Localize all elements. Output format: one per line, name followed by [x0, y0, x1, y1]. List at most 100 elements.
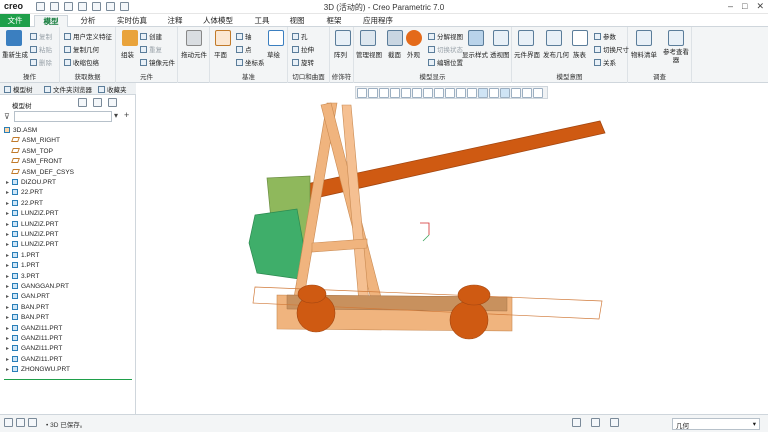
- paste-button[interactable]: 粘贴: [30, 44, 52, 54]
- regenerate-button[interactable]: 重新生成: [2, 49, 28, 59]
- display-style-button[interactable]: 显示样式: [462, 49, 488, 59]
- tree-item[interactable]: ▸ GANZI11.PRT: [6, 355, 62, 366]
- drag-hand-icon[interactable]: [186, 30, 202, 46]
- toggle-navigator-icon[interactable]: [4, 418, 13, 427]
- annotation-display-icon[interactable]: [467, 88, 477, 98]
- create-button[interactable]: 创建: [140, 31, 162, 41]
- component-interface-icon[interactable]: [518, 30, 534, 46]
- binoculars-icon[interactable]: [591, 418, 600, 427]
- shrinkwrap-button[interactable]: 收缩包络: [64, 57, 99, 67]
- family-table-button[interactable]: 族表: [573, 49, 586, 59]
- tree-filter-icon[interactable]: [108, 98, 117, 107]
- selection-buffer-icon[interactable]: [610, 418, 619, 427]
- tree-item[interactable]: ▸ ZHONGWU.PRT: [6, 366, 70, 376]
- filter-icon[interactable]: ⊽: [4, 112, 10, 121]
- perspective-view-icon[interactable]: [434, 88, 444, 98]
- tree-item[interactable]: ▸ LUNZIZ.PRT: [6, 210, 58, 220]
- tree-item[interactable]: ▸ 3.PRT: [6, 272, 39, 283]
- publish-geometry-button[interactable]: 发布几何: [543, 49, 569, 59]
- extrude-button[interactable]: 拉伸: [292, 44, 314, 54]
- tab-view[interactable]: 视图: [285, 15, 309, 27]
- tab-analysis[interactable]: 分析: [74, 15, 102, 27]
- view-manager-icon[interactable]: [423, 88, 433, 98]
- toggle-browser-icon[interactable]: [16, 418, 25, 427]
- refit-icon[interactable]: [357, 88, 367, 98]
- minimize-icon[interactable]: –: [728, 1, 733, 12]
- section-button[interactable]: 截面: [388, 49, 401, 59]
- pattern-icon[interactable]: [335, 30, 351, 46]
- tree-item[interactable]: ▸ GANGGAN.PRT: [6, 283, 69, 293]
- tree-item[interactable]: ▸ BAN.PRT: [6, 314, 49, 324]
- tree-item[interactable]: ASM_RIGHT: [6, 137, 60, 147]
- tree-show-icon[interactable]: [93, 98, 102, 107]
- exploded-view-button[interactable]: 分解视图: [428, 31, 463, 41]
- tree-item[interactable]: ASM_FRONT: [6, 158, 62, 168]
- tab-favorites[interactable]: 收藏夹: [98, 84, 127, 94]
- plane-icon[interactable]: [215, 30, 231, 46]
- assemble-button[interactable]: 组装: [121, 49, 134, 59]
- tree-item[interactable]: ▸ GANZI11.PRT: [6, 345, 62, 355]
- add-icon[interactable]: +: [124, 110, 129, 120]
- tab-live-simulation[interactable]: 实时仿真: [112, 15, 152, 27]
- datum-display-icon[interactable]: [456, 88, 466, 98]
- point-button[interactable]: 点: [236, 44, 252, 54]
- spin-center-icon[interactable]: [533, 88, 543, 98]
- display-style-icon[interactable]: [468, 30, 484, 46]
- tree-item[interactable]: ▸ LUNZIZ.PRT: [6, 220, 58, 231]
- select-tool-icon[interactable]: [572, 418, 581, 427]
- tab-model[interactable]: 模型: [34, 15, 68, 27]
- component-interface-button[interactable]: 元件界面: [514, 49, 540, 59]
- display-style-icon[interactable]: [401, 88, 411, 98]
- tree-item[interactable]: ▸ GANZI11.PRT: [6, 335, 62, 345]
- plane-display-icon[interactable]: [478, 88, 488, 98]
- zoom-in-icon[interactable]: [368, 88, 378, 98]
- tree-item[interactable]: ▸ 22.PRT: [6, 199, 43, 210]
- assembly-model[interactable]: [137, 83, 768, 414]
- tab-manikin[interactable]: 人体模型: [198, 15, 238, 27]
- axis-display-icon[interactable]: [489, 88, 499, 98]
- tab-file[interactable]: 文件: [0, 14, 30, 27]
- user-defined-feature-button[interactable]: 用户定义特征: [64, 31, 112, 41]
- publish-geometry-icon[interactable]: [546, 30, 562, 46]
- family-table-icon[interactable]: [572, 30, 588, 46]
- saved-orientations-icon[interactable]: [412, 88, 422, 98]
- reference-viewer-button[interactable]: 参考查看器: [662, 49, 690, 65]
- sketch-icon[interactable]: [268, 30, 284, 46]
- switch-dimensions-button[interactable]: 切换尺寸: [594, 44, 629, 54]
- hole-button[interactable]: 孔: [292, 31, 308, 41]
- toggle-status-button[interactable]: 切换状态: [428, 44, 463, 54]
- tab-annotate[interactable]: 注释: [162, 15, 188, 27]
- reference-viewer-icon[interactable]: [668, 30, 684, 46]
- appearance-icon[interactable]: [406, 30, 422, 46]
- tree-item[interactable]: ▸ BAN.PRT: [6, 303, 49, 314]
- regenerate-icon[interactable]: [6, 30, 22, 46]
- tree-settings-icon[interactable]: [78, 98, 87, 107]
- perspective-button[interactable]: 透视图: [490, 49, 510, 59]
- tree-search-input[interactable]: [14, 111, 112, 122]
- point-display-icon[interactable]: [500, 88, 510, 98]
- close-icon[interactable]: ✕: [756, 1, 764, 12]
- csys-button[interactable]: 坐标系: [236, 57, 265, 67]
- repaint-icon[interactable]: [390, 88, 400, 98]
- bom-button[interactable]: 物料清单: [631, 49, 657, 59]
- graphics-window[interactable]: [137, 83, 768, 414]
- tab-applications[interactable]: 应用程序: [358, 15, 398, 27]
- section-icon[interactable]: [387, 30, 403, 46]
- appearance-button[interactable]: 外观: [407, 49, 420, 59]
- tab-framework[interactable]: 框架: [322, 15, 346, 27]
- manage-views-button[interactable]: 管理视图: [356, 49, 382, 59]
- selection-filter-select[interactable]: 几何 ▾: [672, 418, 760, 430]
- plane-button[interactable]: 平面: [214, 49, 227, 59]
- revolve-button[interactable]: 旋转: [292, 57, 314, 67]
- repeat-button[interactable]: 重复: [140, 44, 162, 54]
- tree-item[interactable]: ▸ 22.PRT: [6, 189, 43, 199]
- section-view-icon[interactable]: [445, 88, 455, 98]
- tree-item[interactable]: ▸ 1.PRT: [6, 251, 39, 262]
- tree-item[interactable]: ▸ GANZI11.PRT: [6, 324, 62, 335]
- copy-geometry-button[interactable]: 复制几何: [64, 44, 99, 54]
- tree-item[interactable]: ▸ DIZOU.PRT: [6, 179, 56, 189]
- mirror-component-button[interactable]: 镜像元件: [140, 57, 175, 67]
- tree-item[interactable]: ▸ GAN.PRT: [6, 293, 50, 303]
- maximize-icon[interactable]: □: [742, 1, 747, 12]
- tree-item[interactable]: ▸ LUNZIZ.PRT: [6, 241, 58, 251]
